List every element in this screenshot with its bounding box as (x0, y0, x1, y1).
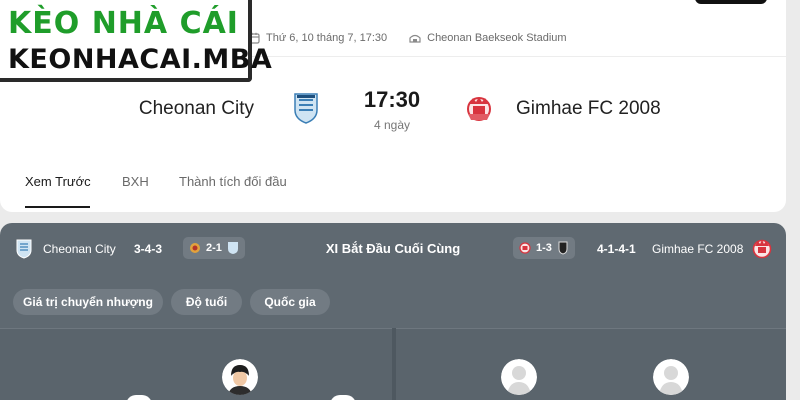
filter-age[interactable]: Độ tuổi (171, 289, 242, 315)
stadium-icon (409, 34, 421, 43)
lineup-away-name: Gimhae FC 2008 (652, 242, 744, 256)
venue-name: Cheonan Baekseok Stadium (427, 32, 567, 44)
opponent-crest-dark-icon (558, 241, 568, 255)
player-placeholder-avatar[interactable] (501, 359, 537, 395)
player-photo-avatar[interactable] (222, 359, 258, 395)
filter-market-value[interactable]: Giá trị chuyển nhượng (13, 289, 163, 315)
lineup-header: Cheonan City 3-4-3 2-1 XI Bắt Đầu Cuối C… (0, 223, 786, 275)
tab-standings[interactable]: BXH (122, 174, 149, 189)
home-team-name[interactable]: Cheonan City (139, 98, 254, 120)
home-crest-small-icon (16, 239, 32, 259)
home-pitch (0, 328, 392, 400)
away-crest-mini-icon (519, 242, 531, 254)
lineup-home-name: Cheonan City (43, 242, 116, 256)
logo-line-2: KEONHACAI.MBA (8, 44, 273, 75)
home-crest-mini-icon (227, 242, 238, 254)
site-logo-watermark: KÈO NHÀ CÁI KEONHACAI.MBA (0, 0, 272, 82)
active-tab-indicator (25, 206, 90, 208)
home-formation: 3-4-3 (134, 242, 163, 256)
lineup-title: XI Bắt Đầu Cuối Cùng (325, 241, 461, 256)
away-last-score: 1-3 (536, 242, 552, 254)
away-formation: 4-1-4-1 (597, 242, 636, 256)
countdown-days: 4 ngày (373, 118, 411, 132)
away-team-name[interactable]: Gimhae FC 2008 (516, 98, 661, 120)
away-crest-small-icon (752, 239, 772, 259)
home-last-result-pill[interactable]: 2-1 (183, 237, 245, 259)
top-action-button[interactable] (695, 0, 767, 4)
kickoff-time: 17:30 (363, 87, 421, 112)
lineup-panel: Cheonan City 3-4-3 2-1 XI Bắt Đầu Cuối C… (0, 223, 786, 400)
gimhae-crest-icon[interactable] (464, 94, 494, 124)
away-pitch (396, 328, 786, 400)
tab-preview[interactable]: Xem Trước (25, 174, 91, 189)
tab-head-to-head[interactable]: Thành tích đối đầu (179, 174, 287, 189)
logo-line-1: KÈO NHÀ CÁI (8, 6, 239, 41)
cheonan-crest-icon[interactable] (293, 92, 319, 124)
filter-nationality[interactable]: Quốc gia (250, 289, 330, 315)
match-date-time: Thứ 6, 10 tháng 7, 17:30 (266, 32, 388, 44)
away-last-result-pill[interactable]: 1-3 (513, 237, 575, 259)
home-last-score: 2-1 (206, 242, 222, 254)
player-placeholder-avatar[interactable] (653, 359, 689, 395)
opponent-crest-icon (190, 243, 200, 253)
match-meta: Thứ 6, 10 tháng 7, 17:30 Cheonan Baekseo… (248, 30, 567, 46)
